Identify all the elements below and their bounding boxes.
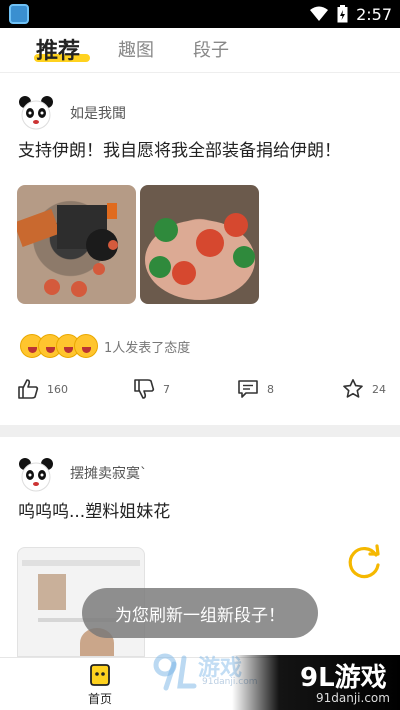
screenshot-thumbnail [38,574,66,610]
battery-icon [337,5,348,23]
screenshot-header-bar [22,560,140,566]
hand-balls-illustration [145,213,255,300]
comment-icon [238,380,258,398]
watermark-9l-logo [153,653,197,691]
status-indicators: 2:57 [309,3,392,25]
toy-gun-illustration [17,203,118,297]
reaction-summary[interactable]: 1人发表了态度 [20,333,190,359]
tab-funny-pictures[interactable]: 趣图 [118,36,154,62]
post-text[interactable]: 呜呜呜...塑料姐妹花 [18,497,170,522]
watermark-right-url: 91danji.com [316,691,390,705]
tab-jokes[interactable]: 段子 [193,36,229,62]
panda-avatar[interactable] [18,457,54,493]
status-time: 2:57 [356,4,392,24]
panda-avatar[interactable] [18,95,54,131]
comment-button[interactable]: 8 [237,378,274,400]
star-icon [343,379,363,398]
dislike-button[interactable]: 7 [133,378,170,400]
kiss-emoji-icon [74,334,98,358]
nav-home[interactable]: 首页 [80,662,120,708]
post-username[interactable]: 摆摊卖寂寞` [70,463,147,483]
nav-home-label: 首页 [87,692,112,706]
post-image-toy-gun[interactable] [17,185,136,304]
like-button[interactable]: 160 [17,378,68,400]
thumbs-down-icon [134,379,155,399]
post-text[interactable]: 支持伊朗！我自愿将我全部装备捐给伊朗！ [18,136,341,161]
favorite-count: 24 [372,382,386,396]
watermark-right: 9L游戏 91danji.com [232,655,400,710]
tab-recommend[interactable]: 推荐 [36,33,80,65]
favorite-button[interactable]: 24 [342,378,386,400]
post-divider [0,425,400,437]
thumbs-up-icon [18,379,39,399]
home-icon [90,664,110,686]
refresh-icon[interactable] [345,543,383,581]
wifi-icon [310,6,329,21]
post-action-bar: 160 7 8 24 [0,378,400,408]
top-tab-bar: 推荐 趣图 段子 [0,28,400,73]
comment-count: 8 [267,382,274,396]
post-image-hand-balls[interactable] [140,185,259,304]
dislike-count: 7 [163,382,170,396]
status-bar: 2:57 [0,0,400,28]
like-count: 160 [47,382,68,396]
refresh-toast: 为您刷新一组新段子！ [82,588,318,638]
post-card[interactable]: 如是我聞 支持伊朗！我自愿将我全部装备捐给伊朗！ 1人发表了态度 160 7 8… [0,73,400,425]
post-username[interactable]: 如是我聞 [70,103,126,123]
app-notification-icon [9,4,29,24]
watermark-right-logo: 9L游戏 [300,663,387,693]
reaction-count-text: 1人发表了态度 [104,340,191,356]
